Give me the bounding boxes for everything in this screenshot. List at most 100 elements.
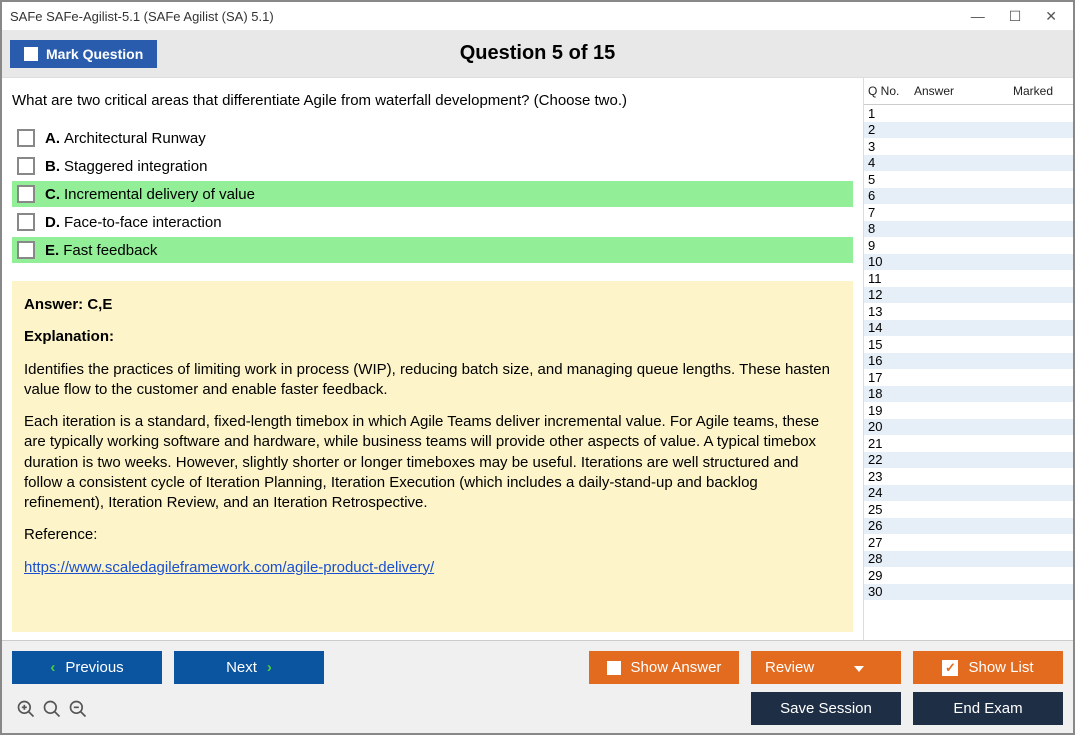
show-list-button[interactable]: ✓ Show List: [913, 651, 1063, 684]
list-header: Q No. Answer Marked: [864, 78, 1073, 105]
show-answer-button[interactable]: Show Answer: [589, 651, 739, 684]
list-row[interactable]: 13: [864, 303, 1073, 320]
option-row[interactable]: C. Incremental delivery of value: [12, 181, 853, 207]
list-row[interactable]: 5: [864, 171, 1073, 188]
option-row[interactable]: E. Fast feedback: [12, 237, 853, 263]
list-row[interactable]: 9: [864, 237, 1073, 254]
list-row-qno: 3: [868, 139, 914, 154]
chevron-left-icon: ‹: [50, 659, 55, 676]
option-checkbox[interactable]: [17, 185, 35, 203]
list-row[interactable]: 11: [864, 270, 1073, 287]
list-row-qno: 28: [868, 551, 914, 566]
list-row-qno: 4: [868, 155, 914, 170]
list-row[interactable]: 19: [864, 402, 1073, 419]
list-row[interactable]: 22: [864, 452, 1073, 469]
end-exam-label: End Exam: [953, 700, 1022, 717]
list-row[interactable]: 16: [864, 353, 1073, 370]
list-row[interactable]: 30: [864, 584, 1073, 601]
close-icon[interactable]: ✕: [1045, 8, 1057, 25]
options-list: A. Architectural RunwayB. Staggered inte…: [12, 125, 853, 263]
list-row[interactable]: 18: [864, 386, 1073, 403]
list-row[interactable]: 29: [864, 567, 1073, 584]
list-row-qno: 10: [868, 254, 914, 269]
list-row[interactable]: 27: [864, 534, 1073, 551]
list-row-qno: 30: [868, 584, 914, 599]
show-list-label: Show List: [968, 659, 1033, 676]
list-row[interactable]: 4: [864, 155, 1073, 172]
list-row-qno: 23: [868, 469, 914, 484]
option-letter: C.: [45, 186, 60, 203]
option-letter: B.: [45, 158, 60, 175]
footer: ‹ Previous Next › Show Answer Review ✓ S…: [2, 640, 1073, 733]
list-row-qno: 9: [868, 238, 914, 253]
list-row[interactable]: 28: [864, 551, 1073, 568]
option-checkbox[interactable]: [17, 213, 35, 231]
list-row[interactable]: 21: [864, 435, 1073, 452]
list-row-qno: 2: [868, 122, 914, 137]
list-row-qno: 20: [868, 419, 914, 434]
list-row[interactable]: 6: [864, 188, 1073, 205]
list-row[interactable]: 24: [864, 485, 1073, 502]
list-row[interactable]: 17: [864, 369, 1073, 386]
option-text: Face-to-face interaction: [64, 214, 222, 231]
option-text: Incremental delivery of value: [64, 186, 255, 203]
list-body[interactable]: 1234567891011121314151617181920212223242…: [864, 105, 1073, 640]
list-row-qno: 22: [868, 452, 914, 467]
option-row[interactable]: A. Architectural Runway: [12, 125, 853, 151]
app-window: SAFe SAFe-Agilist-5.1 (SAFe Agilist (SA)…: [0, 0, 1075, 735]
list-row[interactable]: 14: [864, 320, 1073, 337]
list-row[interactable]: 1: [864, 105, 1073, 122]
reference-label: Reference:: [24, 525, 841, 545]
zoom-reset-icon[interactable]: [42, 699, 62, 719]
mark-checkbox-icon: [24, 47, 38, 61]
list-row-qno: 18: [868, 386, 914, 401]
answer-box: Answer: C,E Explanation: Identifies the …: [12, 281, 853, 632]
show-answer-checkbox-icon: [607, 661, 621, 675]
mark-question-button[interactable]: Mark Question: [10, 40, 157, 68]
list-row[interactable]: 25: [864, 501, 1073, 518]
header-qno: Q No.: [868, 84, 914, 98]
maximize-icon[interactable]: ☐: [1009, 8, 1022, 25]
previous-button[interactable]: ‹ Previous: [12, 651, 162, 684]
list-row[interactable]: 7: [864, 204, 1073, 221]
question-counter: Question 5 of 15: [2, 42, 1073, 65]
list-row[interactable]: 10: [864, 254, 1073, 271]
option-row[interactable]: B. Staggered integration: [12, 153, 853, 179]
save-session-button[interactable]: Save Session: [751, 692, 901, 725]
review-button[interactable]: Review: [751, 651, 901, 684]
list-row-qno: 29: [868, 568, 914, 583]
list-row-qno: 1: [868, 106, 914, 121]
list-row[interactable]: 15: [864, 336, 1073, 353]
zoom-out-icon[interactable]: [68, 699, 88, 719]
next-button[interactable]: Next ›: [174, 651, 324, 684]
list-row-qno: 5: [868, 172, 914, 187]
header-marked: Marked: [1013, 84, 1069, 98]
titlebar: SAFe SAFe-Agilist-5.1 (SAFe Agilist (SA)…: [2, 2, 1073, 30]
option-checkbox[interactable]: [17, 157, 35, 175]
minimize-icon[interactable]: —: [971, 8, 985, 25]
window-title: SAFe SAFe-Agilist-5.1 (SAFe Agilist (SA)…: [10, 9, 274, 24]
option-checkbox[interactable]: [17, 241, 35, 259]
option-letter: A.: [45, 130, 60, 147]
list-row-qno: 6: [868, 188, 914, 203]
list-row-qno: 16: [868, 353, 914, 368]
option-checkbox[interactable]: [17, 129, 35, 147]
option-row[interactable]: D. Face-to-face interaction: [12, 209, 853, 235]
list-row[interactable]: 8: [864, 221, 1073, 238]
reference-link[interactable]: https://www.scaledagileframework.com/agi…: [24, 559, 434, 576]
zoom-in-icon[interactable]: [16, 699, 36, 719]
list-row-qno: 26: [868, 518, 914, 533]
show-answer-label: Show Answer: [631, 659, 722, 676]
chevron-right-icon: ›: [267, 659, 272, 676]
end-exam-button[interactable]: End Exam: [913, 692, 1063, 725]
list-row[interactable]: 2: [864, 122, 1073, 139]
option-text: Staggered integration: [64, 158, 207, 175]
question-text: What are two critical areas that differe…: [12, 92, 853, 109]
explanation-p2: Each iteration is a standard, fixed-leng…: [24, 412, 841, 513]
list-row[interactable]: 23: [864, 468, 1073, 485]
list-row[interactable]: 3: [864, 138, 1073, 155]
header-bar: Mark Question Question 5 of 15: [2, 30, 1073, 78]
list-row[interactable]: 26: [864, 518, 1073, 535]
list-row[interactable]: 20: [864, 419, 1073, 436]
list-row[interactable]: 12: [864, 287, 1073, 304]
